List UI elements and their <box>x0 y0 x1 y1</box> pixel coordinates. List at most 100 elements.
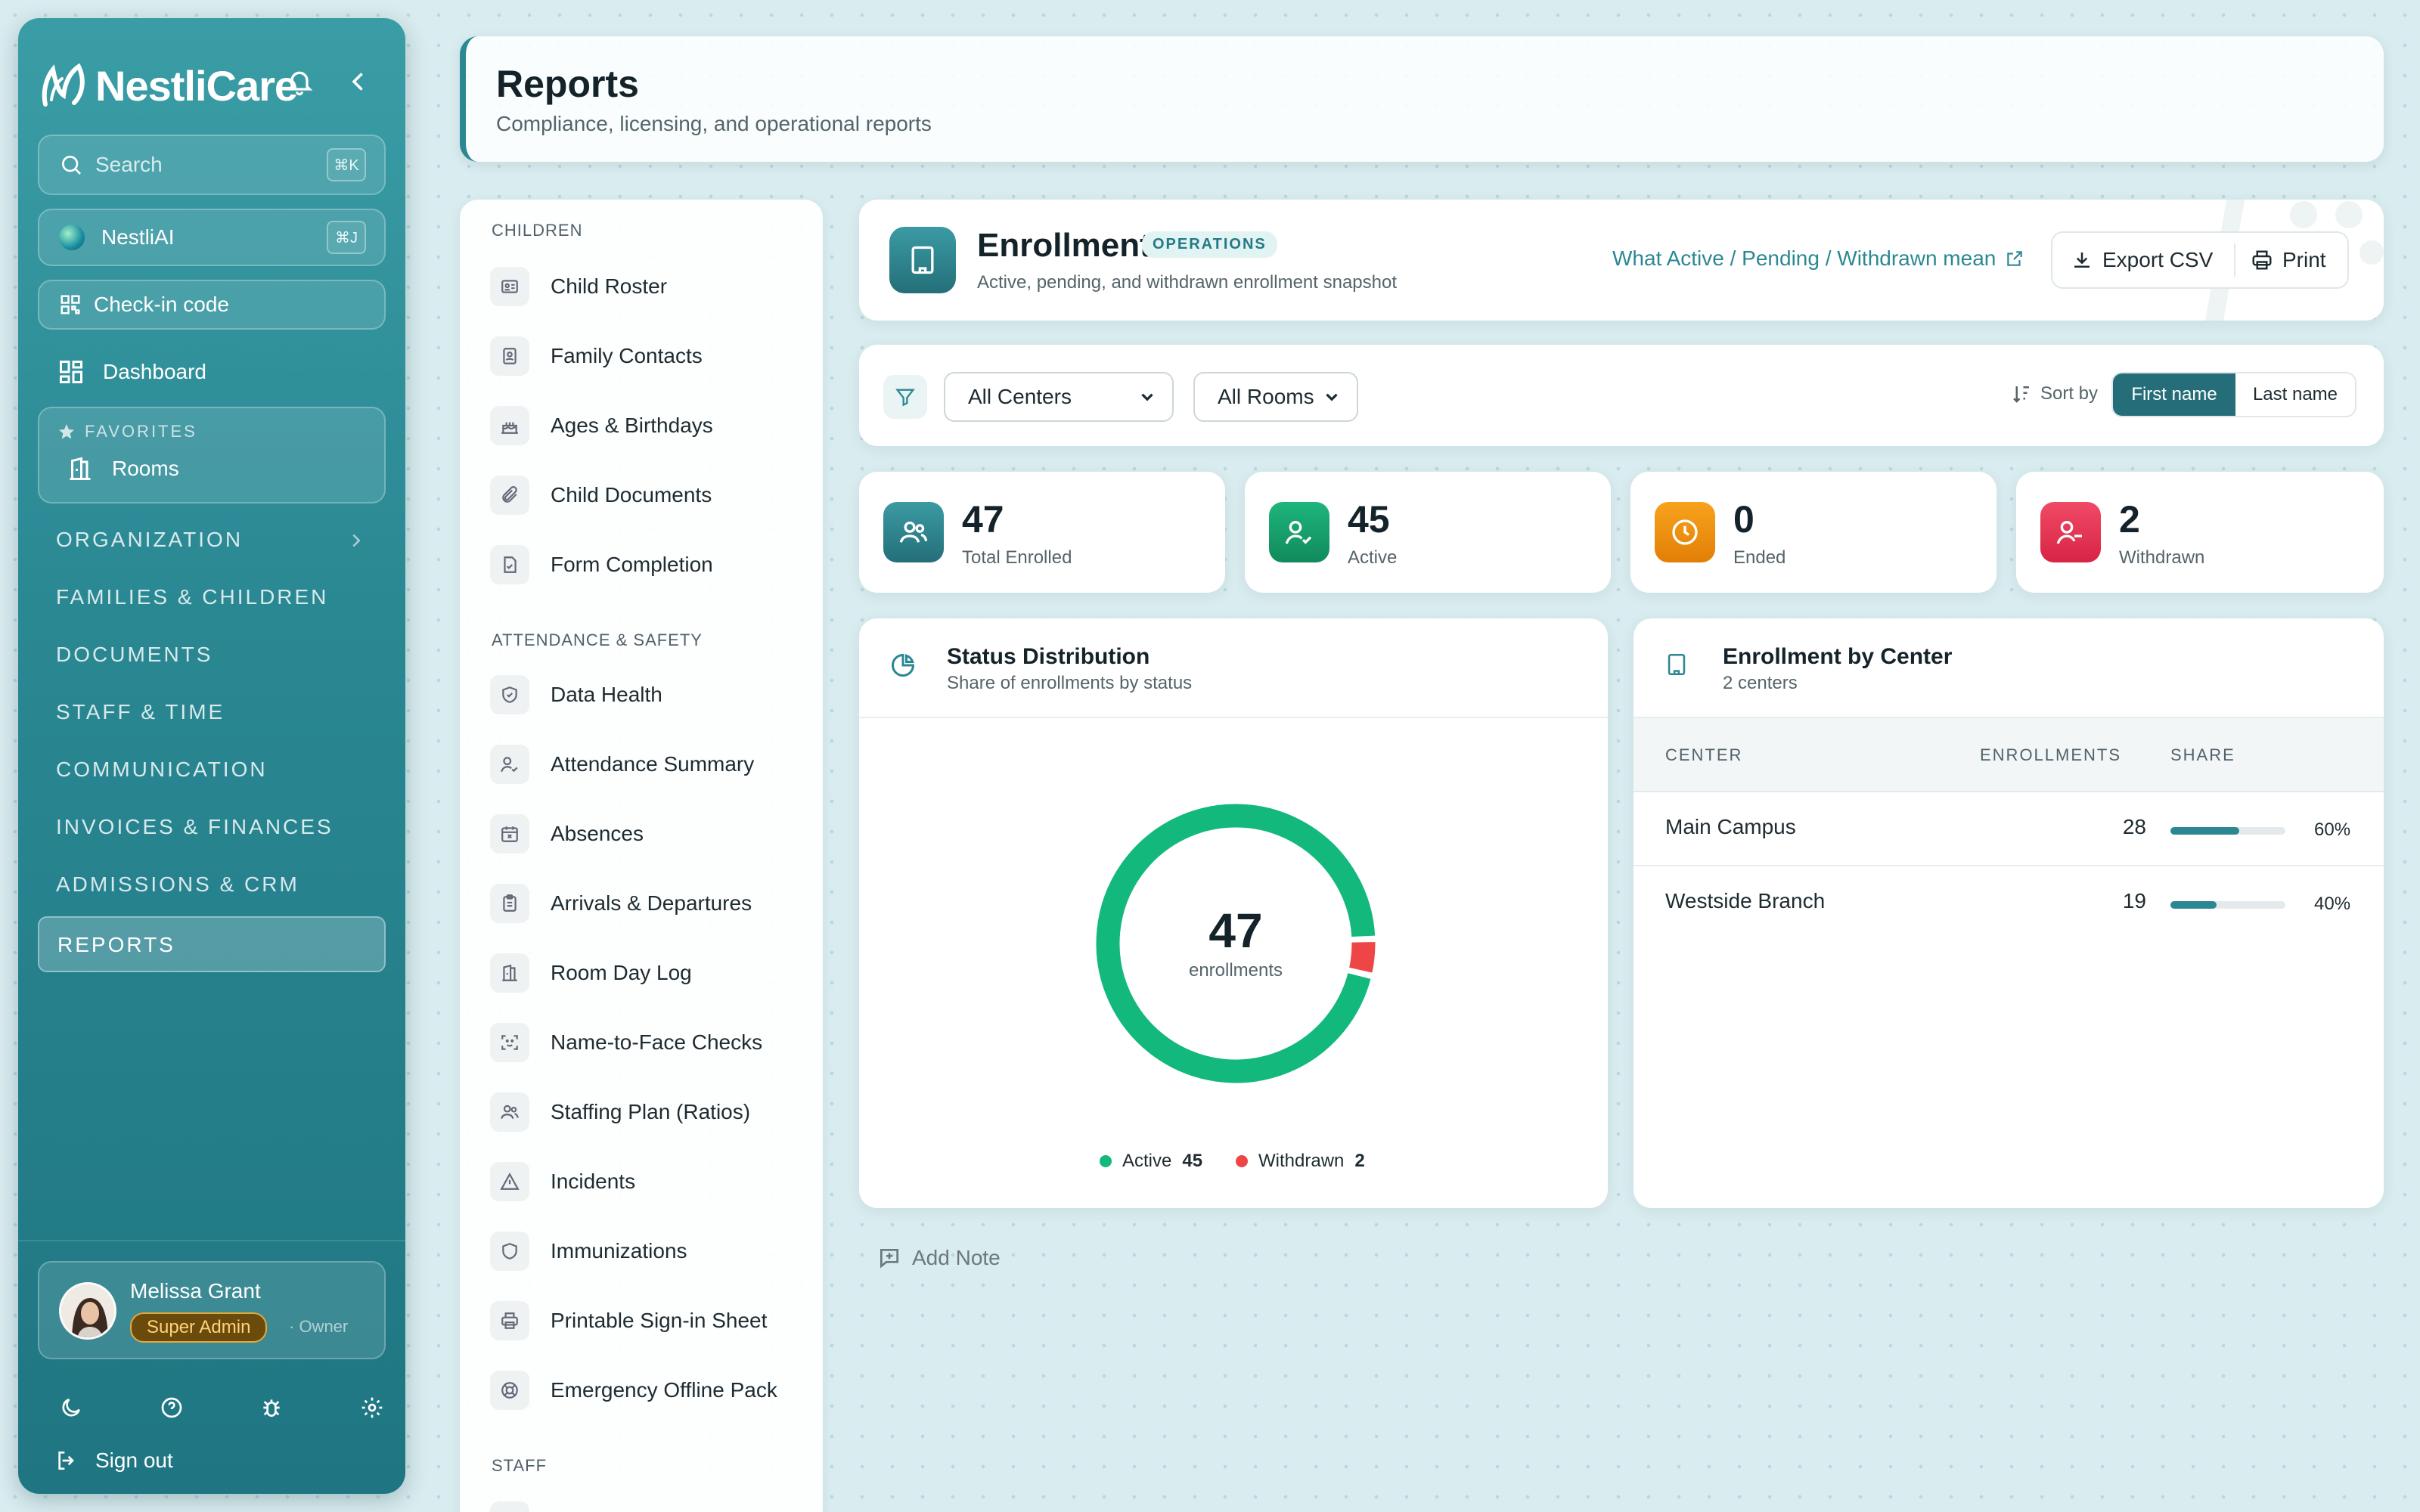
clipboard-icon <box>490 884 529 923</box>
stat-value: 45 <box>1348 498 1390 541</box>
pie-chart-icon <box>892 653 915 677</box>
report-label: Name-to-Face Checks <box>551 1030 763 1054</box>
table-row[interactable]: Westside Branch 19 40% <box>1634 866 2384 940</box>
nav-reports[interactable]: REPORTS <box>38 916 386 972</box>
report-child-documents[interactable]: Child Documents <box>490 469 808 522</box>
enrollment-by-center-panel: Enrollment by Center 2 centers CENTER EN… <box>1634 618 2384 1208</box>
report-header-card: Enrollment OPERATIONS Active, pending, a… <box>859 200 2384 321</box>
nav-documents[interactable]: DOCUMENTS <box>56 643 213 667</box>
stat-value: 2 <box>2119 498 2140 541</box>
status-help-label: What Active / Pending / Withdrawn mean <box>1612 246 1996 270</box>
nav-admissions-crm[interactable]: ADMISSIONS & CRM <box>56 872 299 897</box>
report-attendance-summary[interactable]: Attendance Summary <box>490 738 808 791</box>
page-header: Reports Compliance, licensing, and opera… <box>460 36 2384 162</box>
sign-out-label: Sign out <box>95 1448 173 1472</box>
center-select[interactable]: All Centers <box>944 372 1174 422</box>
report-label: Child Roster <box>551 274 668 298</box>
nav-families-children[interactable]: FAMILIES & CHILDREN <box>56 585 328 609</box>
search-icon <box>62 156 81 175</box>
logo[interactable]: NestliCare <box>41 44 298 127</box>
help-icon[interactable] <box>160 1396 184 1420</box>
share-bar <box>2170 827 2285 835</box>
role-badge: Super Admin <box>130 1312 268 1343</box>
report-label: Staffing Plan (Ratios) <box>551 1100 751 1123</box>
report-name-to-face-checks[interactable]: Name-to-Face Checks <box>490 1016 808 1069</box>
stat-value: 47 <box>962 498 1004 541</box>
user-card[interactable]: Melissa Grant Super Admin · Owner <box>38 1261 386 1359</box>
report-ages-birthdays[interactable]: Ages & Birthdays <box>490 399 808 452</box>
report-data-health[interactable]: Data Health <box>490 668 808 721</box>
settings-gear-icon[interactable] <box>360 1396 384 1420</box>
report-arrivals-departures[interactable]: Arrivals & Departures <box>490 877 808 930</box>
report-label: Printable Sign-in Sheet <box>551 1309 768 1332</box>
group-heading-children: CHILDREN <box>492 221 583 240</box>
report-list: CHILDREN Child Roster Family Contacts Ag… <box>460 200 823 1512</box>
room-select[interactable]: All Rooms <box>1193 372 1358 422</box>
report-staffing-plan[interactable]: Staffing Plan (Ratios) <box>490 1086 808 1139</box>
users-icon <box>490 1092 529 1132</box>
nav-communication[interactable]: COMMUNICATION <box>56 758 268 782</box>
panel-title: Enrollment by Center <box>1723 644 1953 669</box>
chevron-down-icon <box>1141 393 1153 401</box>
paperclip-icon <box>490 476 529 515</box>
nestli-ai-button[interactable]: NestliAI ⌘J <box>38 209 386 266</box>
door-icon <box>490 953 529 993</box>
report-family-contacts[interactable]: Family Contacts <box>490 330 808 383</box>
export-csv-label: Export CSV <box>2102 248 2214 271</box>
notification-bell-icon[interactable] <box>284 67 315 97</box>
sidebar-bottom-icons <box>59 1396 384 1420</box>
search-input[interactable]: Search ⌘K <box>38 135 386 195</box>
report-label: Data Health <box>551 683 662 706</box>
legend-label: Active <box>1122 1151 1172 1171</box>
legend-dot <box>1100 1155 1112 1167</box>
sort-first-name[interactable]: First name <box>2113 373 2235 416</box>
report-label: Attendance Summary <box>551 752 755 776</box>
report-label: Arrivals & Departures <box>551 891 752 915</box>
column-header-share: SHARE <box>2170 745 2235 764</box>
nav-organization[interactable]: ORGANIZATION <box>56 528 243 552</box>
app-name: NestliCare <box>95 61 298 110</box>
cell-enrollments: 19 <box>2122 889 2146 912</box>
rooms-icon <box>70 457 91 480</box>
stat-card-active: 45 Active <box>1245 472 1611 593</box>
report-room-day-log[interactable]: Room Day Log <box>490 947 808 999</box>
export-csv-button[interactable]: Export CSV <box>2071 233 2213 287</box>
nav-invoices-finances[interactable]: INVOICES & FINANCES <box>56 815 334 839</box>
report-immunizations[interactable]: Immunizations <box>490 1225 808 1278</box>
report-label: Emergency Offline Pack <box>551 1378 777 1402</box>
print-label: Print <box>2282 248 2326 271</box>
favorite-rooms[interactable]: Rooms <box>67 455 179 482</box>
nav-staff-time[interactable]: STAFF & TIME <box>56 700 225 724</box>
sort-toggle: First name Last name <box>2111 372 2356 417</box>
checkin-code-button[interactable]: Check-in code <box>38 280 386 330</box>
printer-icon <box>2252 250 2272 270</box>
report-absences[interactable]: Absences <box>490 807 808 860</box>
nav-dashboard[interactable]: Dashboard <box>57 358 206 386</box>
collapse-sidebar-icon[interactable] <box>345 68 372 95</box>
moon-icon[interactable] <box>59 1396 83 1420</box>
face-scan-icon <box>490 1023 529 1062</box>
sort-last-name[interactable]: Last name <box>2235 373 2355 416</box>
sort-icon <box>2013 386 2029 403</box>
staff-report-icon[interactable] <box>490 1501 529 1512</box>
report-incidents[interactable]: Incidents <box>490 1155 808 1208</box>
report-form-completion[interactable]: Form Completion <box>490 538 808 591</box>
cell-share: 60% <box>2314 820 2351 840</box>
table-row[interactable]: Main Campus 28 60% <box>1634 792 2384 866</box>
stat-card-total: 47 Total Enrolled <box>859 472 1225 593</box>
chevron-right-icon[interactable] <box>345 529 368 552</box>
report-child-roster[interactable]: Child Roster <box>490 260 808 313</box>
filter-icon[interactable] <box>883 375 927 419</box>
bug-icon[interactable] <box>259 1396 284 1420</box>
stat-card-withdrawn: 2 Withdrawn <box>2016 472 2384 593</box>
report-printable-sign-in-sheet[interactable]: Printable Sign-in Sheet <box>490 1294 808 1347</box>
sign-out-button[interactable]: Sign out <box>54 1448 173 1473</box>
report-label: Absences <box>551 822 644 845</box>
print-button[interactable]: Print <box>2251 233 2326 287</box>
id-card-icon <box>490 267 529 306</box>
add-note-button[interactable]: Add Note <box>877 1246 1001 1270</box>
status-help-link[interactable]: What Active / Pending / Withdrawn mean <box>1612 246 2024 271</box>
report-label: Room Day Log <box>551 961 692 984</box>
report-emergency-offline-pack[interactable]: Emergency Offline Pack <box>490 1364 808 1417</box>
contact-book-icon <box>490 336 529 376</box>
